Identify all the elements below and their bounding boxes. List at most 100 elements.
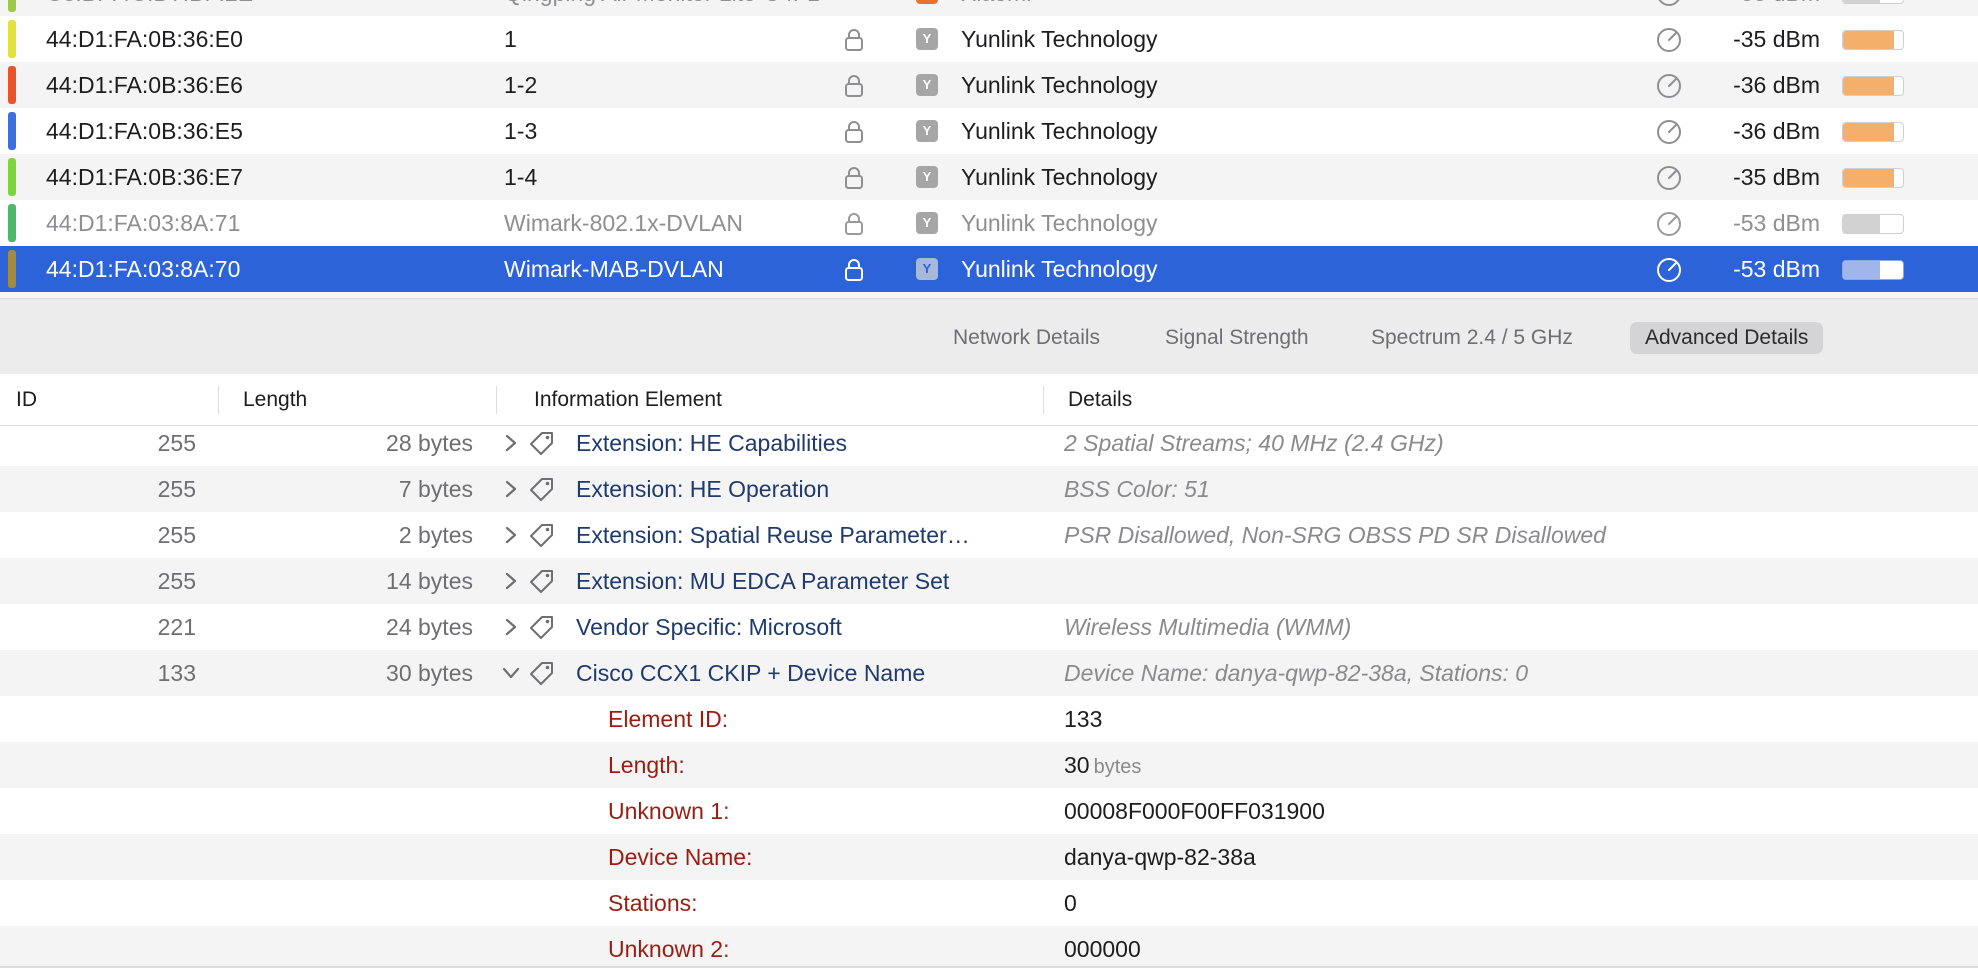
lock-icon	[844, 74, 864, 98]
ie-id: 133	[157, 660, 196, 686]
network-row[interactable]: 44:D1:FA:03:8A:70 Wimark-MAB-DVLAN Y Yunlin…	[0, 246, 1978, 292]
ie-row[interactable]: 255 2 bytes Extension: Spatial Reuse Param…	[0, 512, 1978, 558]
network-mac: 44:D1:FA:03:8A:71	[46, 210, 241, 236]
tab-signal-strength[interactable]: Signal Strength	[1150, 322, 1324, 354]
signal-meter-icon	[1655, 256, 1683, 284]
vendor-badge-icon: Y	[916, 212, 938, 234]
ie-details: PSR Disallowed, Non-SRG OBSS PD SR Disal…	[1064, 522, 1606, 548]
ie-id: 255	[157, 476, 196, 502]
tag-icon	[528, 430, 556, 458]
ie-table-header: ID Length Information Element Details	[0, 374, 1978, 426]
tag-icon	[528, 660, 556, 688]
chevron-right-icon[interactable]	[500, 570, 522, 592]
network-color-bar	[8, 0, 16, 12]
vendor-badge-icon: Y	[916, 120, 938, 142]
lock-icon	[844, 166, 864, 190]
ie-field-row[interactable]: Device Name: danya-qwp-82-38a	[0, 834, 1978, 880]
network-ssid: 1-4	[504, 164, 538, 190]
column-header-length[interactable]: Length	[243, 374, 307, 426]
network-vendor: Yunlink Technology	[961, 72, 1158, 98]
tab-network-details[interactable]: Network Details	[938, 322, 1115, 354]
ie-field-row[interactable]: Length: 30 bytes	[0, 742, 1978, 788]
network-color-bar	[8, 204, 16, 242]
network-rssi: -36 dBm	[1733, 72, 1820, 98]
tab-advanced-details[interactable]: Advanced Details	[1630, 322, 1824, 354]
ie-details	[1064, 558, 1964, 604]
network-vendor: Yunlink Technology	[961, 164, 1158, 190]
wifi-scanner-window: C8:BF:4C:D7:BF:2E Qingping Air Monitor L…	[0, 0, 1978, 968]
network-row[interactable]: 44:D1:FA:0B:36:E0 1 Y Yunlink Technology -35…	[0, 16, 1978, 62]
signal-bar	[1842, 122, 1904, 142]
ie-id: 255	[157, 568, 196, 594]
ie-length: 7 bytes	[398, 476, 473, 502]
signal-meter-icon	[1655, 164, 1683, 192]
network-mac: 44:D1:FA:0B:36:E5	[46, 118, 243, 144]
signal-bar-fill	[1843, 215, 1881, 233]
network-row[interactable]: 44:D1:FA:03:8A:71 Wimark-802.1x-DVLAN Y Yun…	[0, 200, 1978, 246]
lock-icon	[844, 120, 864, 144]
ie-field-row[interactable]: Unknown 2: 000000	[0, 926, 1978, 968]
network-row-partial[interactable]: C8:BF:4C:D7:BF:2E Qingping Air Monitor L…	[0, 0, 1978, 16]
ie-details: Wireless Multimedia (WMM)	[1064, 614, 1352, 640]
network-rssi: -33 dBm	[1700, 0, 1820, 16]
network-vendor: Yunlink Technology	[961, 256, 1158, 282]
ie-row[interactable]: 255 28 bytes Extension: HE Capabilities 2 S…	[0, 426, 1978, 466]
signal-bar	[1842, 0, 1904, 4]
ie-field-row[interactable]: Unknown 1: 00008F000F00FF031900	[0, 788, 1978, 834]
network-rssi: -53 dBm	[1733, 256, 1820, 282]
column-header-details[interactable]: Details	[1068, 374, 1132, 426]
signal-meter-icon	[1655, 210, 1683, 238]
chevron-right-icon[interactable]	[500, 432, 522, 454]
network-row[interactable]: 44:D1:FA:0B:36:E7 1-4 Y Yunlink Technology -…	[0, 154, 1978, 200]
column-divider[interactable]	[1043, 386, 1044, 414]
signal-meter-icon	[1655, 26, 1683, 54]
column-header-id[interactable]: ID	[16, 374, 37, 426]
network-vendor: Yunlink Technology	[961, 210, 1158, 236]
network-mac: 44:D1:FA:0B:36:E0	[46, 26, 243, 52]
chevron-right-icon[interactable]	[500, 616, 522, 638]
signal-bar-fill	[1843, 0, 1881, 3]
field-label: Unknown 2:	[608, 936, 730, 962]
network-ssid: 1	[504, 26, 517, 52]
tag-icon	[528, 568, 556, 596]
vendor-badge-icon: Y	[916, 258, 938, 280]
signal-bar-fill	[1843, 169, 1894, 187]
ie-field-row[interactable]: Element ID: 133	[0, 696, 1978, 742]
ie-row[interactable]: 255 7 bytes Extension: HE Operation BSS Col…	[0, 466, 1978, 512]
network-color-bar	[8, 20, 16, 58]
signal-meter-icon	[1655, 0, 1683, 8]
chevron-right-icon[interactable]	[500, 524, 522, 546]
field-label: Stations:	[608, 890, 698, 916]
field-label: Length:	[608, 752, 685, 778]
detail-tab-bar: Network Details Signal Strength Spectrum…	[0, 298, 1978, 374]
signal-bar-fill	[1843, 31, 1894, 49]
column-divider[interactable]	[218, 386, 219, 414]
vendor-badge-icon: Y	[916, 166, 938, 188]
ie-field-row[interactable]: Stations: 0	[0, 880, 1978, 926]
signal-bar	[1842, 30, 1904, 50]
network-ssid: Qingping Air Monitor Lite-C4F1	[504, 0, 824, 16]
ie-id: 255	[157, 522, 196, 548]
column-divider[interactable]	[496, 386, 497, 414]
network-mac: C8:BF:4C:D7:BF:2E	[46, 0, 466, 16]
ie-length: 2 bytes	[398, 522, 473, 548]
ie-row[interactable]: 133 30 bytes Cisco CCX1 CKIP + Device Name…	[0, 650, 1978, 696]
ie-name: Extension: HE Capabilities	[576, 430, 848, 456]
field-value-text: 0	[1064, 890, 1077, 916]
network-color-bar	[8, 158, 16, 196]
column-header-information-element[interactable]: Information Element	[534, 374, 722, 426]
network-vendor: Yunlink Technology	[961, 118, 1158, 144]
ie-row[interactable]: 255 14 bytes Extension: MU EDCA Parameter …	[0, 558, 1978, 604]
network-row[interactable]: 44:D1:FA:0B:36:E5 1-3 Y Yunlink Technology -…	[0, 108, 1978, 154]
network-mac: 44:D1:FA:03:8A:70	[46, 256, 241, 282]
field-value: 0	[1064, 880, 1964, 926]
network-row[interactable]: 44:D1:FA:0B:36:E6 1-2 Y Yunlink Technology -…	[0, 62, 1978, 108]
signal-bar	[1842, 214, 1904, 234]
chevron-down-icon[interactable]	[500, 662, 522, 684]
lock-icon	[844, 28, 864, 52]
ie-row[interactable]: 221 24 bytes Vendor Specific: Microsoft Wir…	[0, 604, 1978, 650]
chevron-right-icon[interactable]	[500, 478, 522, 500]
signal-bar-fill	[1843, 261, 1881, 279]
tab-spectrum[interactable]: Spectrum 2.4 / 5 GHz	[1356, 322, 1588, 354]
lock-icon	[844, 212, 864, 236]
